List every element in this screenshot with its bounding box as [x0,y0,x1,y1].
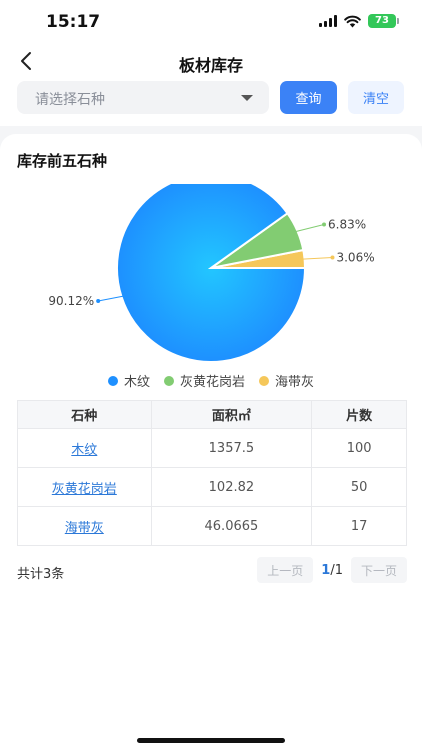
prev-page-button[interactable]: 上一页 [257,557,314,583]
area-cell: 46.0665 [150,506,313,546]
legend-dot-icon [259,375,269,386]
header: 板材库存 请选择石种 查询 清空 [0,46,422,126]
page-title: 板材库存 [178,56,243,75]
total-pages: 1 [334,562,343,578]
total-count: 共计3条 [17,567,65,582]
table-header-cell: 石种 [17,400,152,429]
legend-label: 木纹 [123,375,150,390]
status-bar: 15:17 73 [0,0,422,46]
pie-leader-line [98,295,124,302]
status-icons: 73 [319,14,399,28]
count-cell: 100 [311,428,407,468]
legend-label: 海带灰 [275,375,315,390]
clear-button[interactable]: 清空 [348,81,404,114]
legend-item[interactable]: 灰黄花岗岩 [163,371,245,390]
pie-data-label: 90.12% [48,294,94,308]
pie-leader-dot [322,222,327,227]
table-header-row: 石种 面积㎡ 片数 [17,400,407,429]
area-cell: 1357.5 [150,428,313,468]
status-time: 15:17 [46,12,101,32]
legend-item[interactable]: 海带灰 [259,371,314,390]
pie-data-label: 6.83% [328,217,366,231]
pager: 上一页 1/1 下一页 [257,557,407,583]
legend-item[interactable]: 木纹 [107,371,150,390]
count-cell: 50 [311,467,407,507]
pie-data-label: 3.06% [336,250,374,264]
stone-type-select[interactable]: 请选择石种 [17,81,269,114]
inventory-card: 库存前五石种 3.06% 6.83% 90.12% 木纹 灰黄花岗岩 海带灰 石种 面积… [0,134,422,750]
signal-icon [319,15,337,27]
legend-dot-icon [163,375,174,386]
pie-leader-line [302,256,333,260]
caret-down-icon [241,95,253,101]
table-row: 木纹 1357.5 100 [17,428,407,468]
table-header-cell: 面积㎡ [150,400,313,429]
battery-icon: 73 [368,14,399,28]
table-row: 灰黄花岗岩 102.82 50 [17,467,407,507]
home-indicator [137,738,285,743]
query-button[interactable]: 查询 [280,81,337,114]
legend-dot-icon [107,375,118,386]
pie-leader-dot [96,299,101,304]
pie-leader-dot [330,255,335,260]
legend-label: 灰黄花岗岩 [179,375,245,390]
stone-name-link[interactable]: 海带灰 [17,506,152,546]
select-placeholder: 请选择石种 [35,92,105,108]
section-title: 库存前五石种 [17,152,108,170]
table-row: 海带灰 46.0665 17 [17,506,407,546]
wifi-icon [344,15,361,27]
pagination-footer: 共计3条 上一页 1/1 下一页 [17,557,407,583]
page-indicator: 1/1 [318,563,346,578]
current-page: 1 [321,562,331,578]
inventory-table: 石种 面积㎡ 片数 木纹 1357.5 100 灰黄花岗岩 102.82 50 … [17,400,407,546]
chart-legend: 木纹 灰黄花岗岩 海带灰 [0,371,422,390]
stone-name-link[interactable]: 灰黄花岗岩 [17,467,152,507]
pie-slice[interactable] [116,184,307,363]
pie-chart: 3.06% 6.83% 90.12% [48,184,375,363]
pie-leader-line [295,223,325,233]
stone-name-link[interactable]: 木纹 [17,428,152,468]
count-cell: 17 [311,506,407,546]
next-page-button[interactable]: 下一页 [351,557,407,583]
area-cell: 102.82 [150,467,313,507]
table-header-cell: 片数 [311,400,407,429]
